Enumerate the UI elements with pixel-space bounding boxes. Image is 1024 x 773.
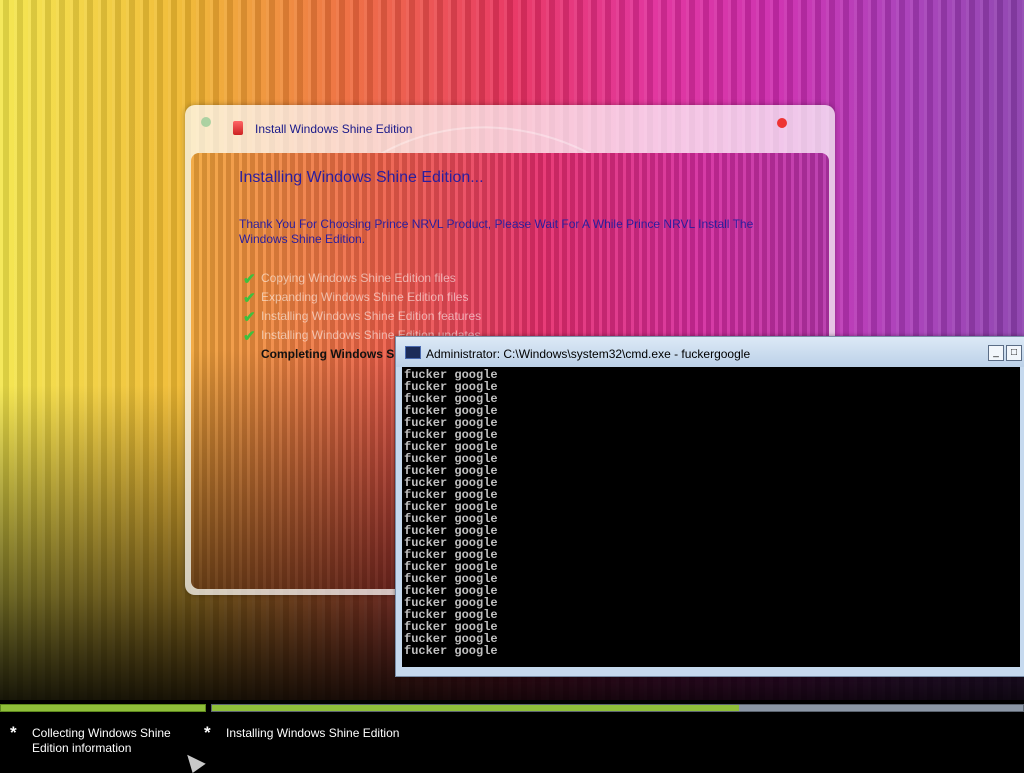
installer-heading: Installing Windows Shine Edition... (239, 169, 484, 186)
cmd-window: Administrator: C:\Windows\system32\cmd.e… (395, 336, 1024, 677)
checkmark-icon: ✔ (243, 309, 256, 326)
cmd-maximize-button[interactable]: □ (1006, 345, 1022, 361)
installer-step: ✔ Copying Windows Shine Edition files (243, 271, 530, 290)
cmd-output-line: fucker google (404, 644, 498, 658)
stage-collecting: * Collecting Windows Shine Edition infor… (10, 724, 192, 756)
cmd-output: fucker google fucker google fucker google f… (404, 369, 498, 657)
stage2-progress-bar (211, 704, 1024, 712)
installer-titlebar[interactable]: Install Windows Shine Edition (185, 105, 835, 151)
installer-title: Install Windows Shine Edition (255, 122, 413, 136)
installer-step: ✔ Expanding Windows Shine Edition files (243, 290, 530, 309)
installer-app-icon (233, 121, 243, 135)
installer-step-label: Installing Windows Shine Edition feature… (261, 309, 482, 323)
installer-step-label: Copying Windows Shine Edition files (261, 271, 456, 285)
stage1-progress-bar (0, 704, 206, 712)
stage2-label: Installing Windows Shine Edition (226, 726, 400, 740)
installer-minimize-button[interactable] (201, 117, 211, 127)
cmd-console[interactable]: fucker google fucker google fucker google f… (402, 367, 1020, 667)
installer-step: ✔ Installing Windows Shine Edition featur… (243, 309, 530, 328)
cmd-titlebar[interactable]: Administrator: C:\Windows\system32\cmd.e… (396, 337, 1024, 367)
installer-description: Thank You For Choosing Prince NRVL Produ… (239, 217, 754, 246)
cmd-title: Administrator: C:\Windows\system32\cmd.e… (426, 347, 751, 361)
cmd-minimize-button[interactable]: _ (988, 345, 1004, 361)
installer-close-button[interactable] (777, 118, 787, 128)
installer-step-label: Expanding Windows Shine Edition files (261, 290, 469, 304)
asterisk-icon: * (10, 723, 17, 742)
stage1-label: Collecting Windows Shine Edition informa… (32, 726, 171, 755)
setup-status-bar: * Collecting Windows Shine Edition infor… (0, 700, 1024, 768)
stage2-progress-fill (212, 705, 740, 711)
checkmark-icon: ✔ (243, 328, 256, 345)
console-icon (405, 346, 421, 359)
asterisk-icon: * (204, 723, 211, 742)
checkmark-icon: ✔ (243, 290, 256, 307)
stage-installing: * Installing Windows Shine Edition (204, 724, 466, 741)
checkmark-icon: ✔ (243, 271, 256, 288)
